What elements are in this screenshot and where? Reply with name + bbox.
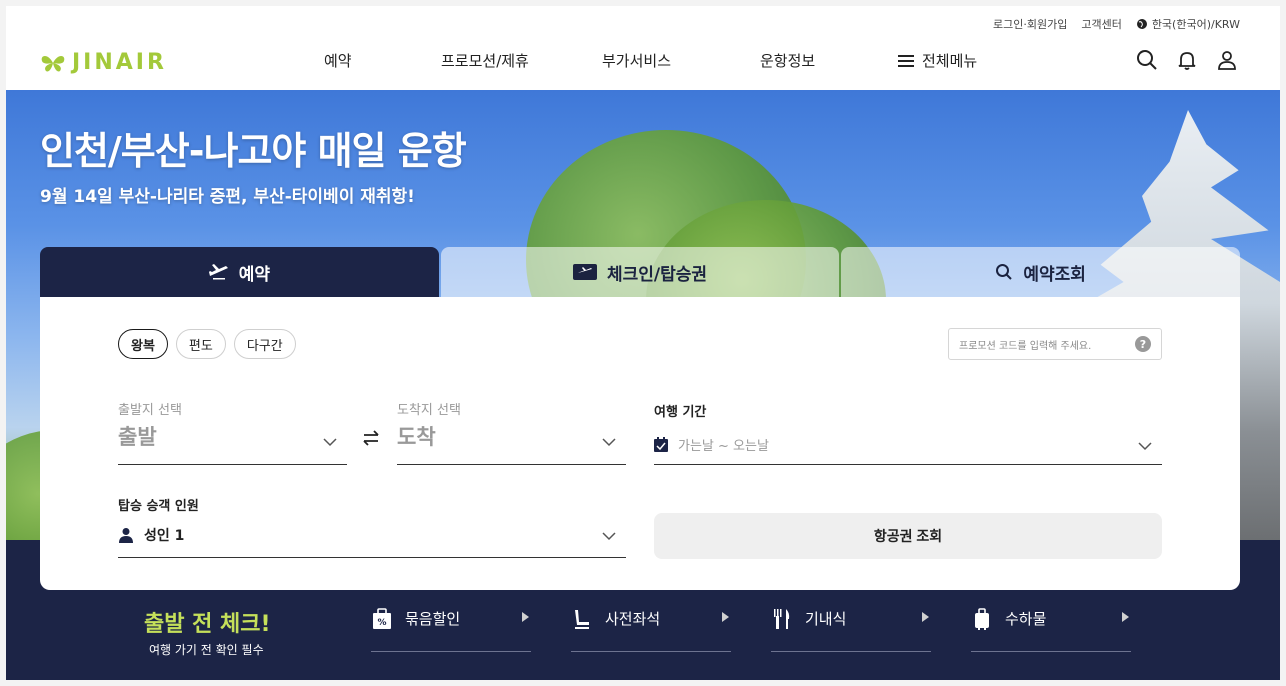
support-link[interactable]: 고객센터	[1081, 16, 1121, 32]
trip-type-multicity[interactable]: 다구간	[233, 329, 296, 359]
quick-link-seat[interactable]: 사전좌석	[571, 608, 731, 652]
booking-panel: 왕복 편도 다구간 프로모션 코드를 입력해 주세요. ? 출발지 선택 출발 …	[40, 297, 1240, 590]
passenger-label: 탑승 승객 인원	[118, 499, 199, 514]
user-icon[interactable]	[1216, 49, 1238, 71]
quick-link-bundle-discount[interactable]: % 묶음할인	[371, 608, 531, 652]
search-flights-button[interactable]: 항공권 조회	[654, 513, 1162, 559]
bell-icon[interactable]	[1176, 49, 1198, 71]
quick-link-baggage[interactable]: 수하물	[971, 608, 1131, 652]
trip-type-roundtrip[interactable]: 왕복	[118, 329, 168, 359]
arrow-right-icon	[522, 612, 529, 622]
chevron-down-icon	[602, 532, 616, 541]
travel-period-value: 가는날 ~ 오는날	[654, 435, 769, 454]
calendar-icon	[654, 437, 668, 452]
svg-text:%: %	[377, 618, 386, 628]
all-menu-label: 전체메뉴	[922, 52, 978, 70]
hero-subtitle: 9월 14일 부산-나리타 증편, 부산-타이베이 재취항!	[40, 187, 415, 207]
quick-link-label: 사전좌석	[605, 610, 661, 628]
tab-checkin[interactable]: 체크인/탑승권	[440, 247, 840, 297]
tab-checkin-label: 체크인/탑승권	[606, 264, 708, 285]
main-header: JINAIR 예약 프로모션/제휴 부가서비스 운항정보 전체메뉴	[6, 40, 1280, 90]
header-actions	[1136, 49, 1238, 71]
trip-type-oneway[interactable]: 편도	[175, 329, 226, 359]
arrow-right-icon	[1122, 612, 1129, 622]
origin-value: 출발	[118, 425, 157, 449]
nav-item-promotion[interactable]: 프로모션/제휴	[441, 50, 529, 71]
seat-icon	[575, 610, 589, 629]
language-label: 한국(한국어)/KRW	[1151, 18, 1240, 31]
search-icon	[996, 264, 1013, 280]
globe-icon	[1136, 19, 1147, 29]
quick-link-label: 묶음할인	[405, 610, 461, 628]
destination-value: 도착	[397, 425, 436, 449]
quick-link-label: 수하물	[1005, 610, 1047, 628]
arrow-right-icon	[922, 612, 929, 622]
utility-bar: 로그인·회원가입 고객센터 한국(한국어)/KRW	[993, 16, 1240, 32]
tab-reservation-lookup[interactable]: 예약조회	[841, 247, 1241, 297]
precheck-title: 출발 전 체크!	[144, 612, 271, 637]
discount-bag-icon: %	[373, 608, 391, 629]
ticket-icon	[572, 264, 597, 280]
origin-field[interactable]: 출발지 선택 출발	[118, 399, 347, 465]
tab-lookup-label: 예약조회	[1023, 264, 1086, 285]
main-nav: 예약 프로모션/제휴 부가서비스 운항정보 전체메뉴	[6, 50, 1280, 72]
language-selector[interactable]: 한국(한국어)/KRW	[1136, 16, 1240, 32]
person-icon	[119, 528, 133, 543]
chevron-down-icon	[1138, 442, 1152, 451]
chevron-down-icon	[323, 438, 337, 447]
promo-code-input[interactable]: 프로모션 코드를 입력해 주세요. ?	[948, 328, 1162, 360]
nav-item-extra-services[interactable]: 부가서비스	[602, 50, 671, 71]
destination-field[interactable]: 도착지 선택 도착	[397, 399, 626, 465]
tab-booking[interactable]: 예약	[40, 247, 439, 297]
origin-label: 출발지 선택	[118, 403, 182, 418]
luggage-icon	[975, 608, 989, 630]
promo-placeholder: 프로모션 코드를 입력해 주세요.	[959, 340, 1092, 352]
login-link[interactable]: 로그인·회원가입	[993, 16, 1067, 32]
travel-period-text: 가는날 ~ 오는날	[678, 439, 769, 454]
swap-icon[interactable]	[360, 427, 382, 449]
nav-item-booking[interactable]: 예약	[324, 50, 352, 71]
quick-link-label: 기내식	[805, 610, 847, 628]
hamburger-icon	[898, 54, 914, 67]
chevron-down-icon	[602, 438, 616, 447]
precheck-subtitle: 여행 가기 전 확인 필수	[149, 643, 264, 657]
destination-label: 도착지 선택	[397, 403, 461, 418]
plane-icon	[208, 264, 228, 280]
hero-title: 인천/부산-나고야 매일 운항	[40, 129, 467, 173]
passenger-field[interactable]: 탑승 승객 인원 성인 1	[118, 495, 626, 558]
search-icon[interactable]	[1136, 49, 1158, 71]
travel-period-label: 여행 기간	[654, 405, 707, 420]
booking-tabs: 예약 체크인/탑승권 예약조회	[40, 247, 1241, 297]
quick-link-meal[interactable]: 기내식	[771, 608, 931, 652]
travel-period-field[interactable]: 여행 기간 가는날 ~ 오는날	[654, 401, 1162, 465]
arrow-right-icon	[722, 612, 729, 622]
nav-item-flight-info[interactable]: 운항정보	[760, 50, 815, 71]
tab-booking-label: 예약	[238, 264, 270, 285]
passenger-value: 성인 1	[118, 525, 184, 545]
nav-item-all-menu[interactable]: 전체메뉴	[898, 50, 977, 71]
trip-type-selector: 왕복 편도 다구간	[118, 329, 296, 359]
passenger-text: 성인 1	[144, 528, 185, 544]
meal-icon	[774, 609, 790, 629]
help-icon[interactable]: ?	[1135, 336, 1151, 352]
